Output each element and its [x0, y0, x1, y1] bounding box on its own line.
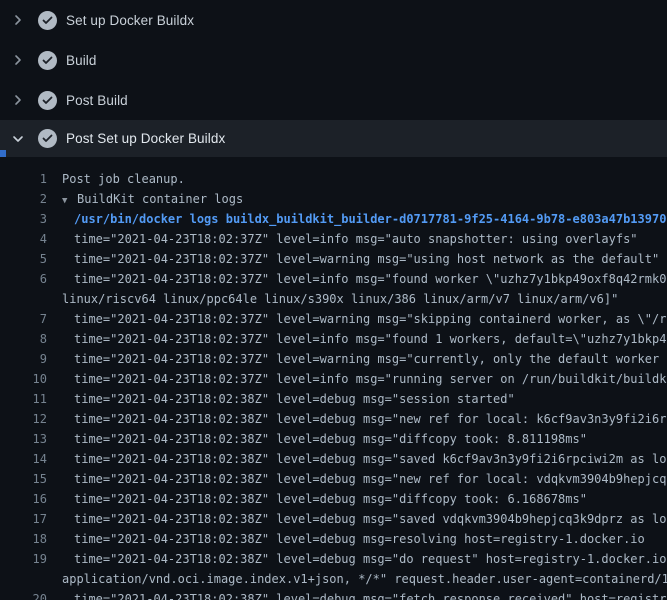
log-line-text: application/vnd.oci.image.index.v1+json,… [47, 569, 667, 589]
chevron-right-icon[interactable] [12, 94, 24, 106]
log-line: application/vnd.oci.image.index.v1+json,… [0, 569, 667, 589]
log-line-number[interactable]: 1 [0, 169, 47, 189]
log-line: 10time="2021-04-23T18:02:37Z" level=info… [0, 369, 667, 389]
log-line: 14time="2021-04-23T18:02:38Z" level=debu… [0, 449, 667, 469]
chevron-down-icon[interactable] [12, 133, 24, 145]
log-line: 13time="2021-04-23T18:02:38Z" level=debu… [0, 429, 667, 449]
log-line-number[interactable]: 8 [0, 329, 47, 349]
log-line: 7time="2021-04-23T18:02:37Z" level=warni… [0, 309, 667, 329]
success-check-icon [38, 129, 57, 148]
log-line-text: time="2021-04-23T18:02:37Z" level=warnin… [47, 309, 667, 329]
log-line-text: time="2021-04-23T18:02:37Z" level=warnin… [47, 249, 659, 269]
log-line-number[interactable]: 9 [0, 349, 47, 369]
log-line-text: time="2021-04-23T18:02:38Z" level=debug … [47, 589, 667, 600]
log-line-number[interactable]: 16 [0, 489, 47, 509]
log-line-text: Post job cleanup. [47, 169, 185, 189]
log-line-number[interactable]: 17 [0, 509, 47, 529]
log-line-text: time="2021-04-23T18:02:37Z" level=info m… [47, 229, 638, 249]
log-line: 19time="2021-04-23T18:02:38Z" level=debu… [0, 549, 667, 569]
log-line-number[interactable]: 13 [0, 429, 47, 449]
log-line-number[interactable]: 18 [0, 529, 47, 549]
log-group-expander-icon[interactable]: ▼ [62, 191, 77, 211]
step-label: Post Set up Docker Buildx [66, 131, 225, 146]
chevron-right-icon[interactable] [12, 54, 24, 66]
log-line-number[interactable]: 3 [0, 209, 47, 229]
step-row-post-build[interactable]: Post Build [0, 80, 667, 120]
log-line: 12time="2021-04-23T18:02:38Z" level=debu… [0, 409, 667, 429]
log-line: 6time="2021-04-23T18:02:37Z" level=info … [0, 269, 667, 289]
active-step-indicator [0, 150, 6, 157]
log-line-text: time="2021-04-23T18:02:38Z" level=debug … [47, 509, 667, 529]
step-row-build[interactable]: Build [0, 40, 667, 80]
log-line: 4time="2021-04-23T18:02:37Z" level=info … [0, 229, 667, 249]
log-line-number[interactable]: 19 [0, 549, 47, 569]
success-check-icon [38, 51, 57, 70]
log-line-text: time="2021-04-23T18:02:37Z" level=info m… [47, 269, 667, 289]
log-line-text: time="2021-04-23T18:02:38Z" level=debug … [47, 429, 587, 449]
success-check-icon [38, 91, 57, 110]
log-line-text: time="2021-04-23T18:02:38Z" level=debug … [47, 449, 667, 469]
log-line-number[interactable]: 15 [0, 469, 47, 489]
log-output: 1Post job cleanup.2▼BuildKit container l… [0, 157, 667, 600]
log-line-number[interactable]: 14 [0, 449, 47, 469]
log-line-text: time="2021-04-23T18:02:38Z" level=debug … [47, 529, 645, 549]
log-line-number [0, 289, 47, 309]
log-line: 2▼BuildKit container logs [0, 189, 667, 209]
log-line: 15time="2021-04-23T18:02:38Z" level=debu… [0, 469, 667, 489]
log-line-number[interactable]: 7 [0, 309, 47, 329]
log-line-text: time="2021-04-23T18:02:38Z" level=debug … [47, 469, 667, 489]
log-line: 18time="2021-04-23T18:02:38Z" level=debu… [0, 529, 667, 549]
log-line-text: time="2021-04-23T18:02:38Z" level=debug … [47, 389, 515, 409]
log-group-title[interactable]: BuildKit container logs [77, 192, 243, 206]
log-line: 20time="2021-04-23T18:02:38Z" level=debu… [0, 589, 667, 600]
step-label: Build [66, 53, 97, 68]
log-line: 3/usr/bin/docker logs buildx_buildkit_bu… [0, 209, 667, 229]
log-line: 8time="2021-04-23T18:02:37Z" level=info … [0, 329, 667, 349]
log-line-text: time="2021-04-23T18:02:38Z" level=debug … [47, 409, 667, 429]
log-line: 17time="2021-04-23T18:02:38Z" level=debu… [0, 509, 667, 529]
log-line-number[interactable]: 11 [0, 389, 47, 409]
success-check-icon [38, 11, 57, 30]
log-line-number[interactable]: 5 [0, 249, 47, 269]
log-line: 1Post job cleanup. [0, 169, 667, 189]
log-line-number[interactable]: 20 [0, 589, 47, 600]
log-line-text: time="2021-04-23T18:02:37Z" level=warnin… [47, 349, 667, 369]
step-row-set-up-docker-buildx[interactable]: Set up Docker Buildx [0, 0, 667, 40]
log-line-number[interactable]: 10 [0, 369, 47, 389]
log-line-text: time="2021-04-23T18:02:38Z" level=debug … [47, 489, 587, 509]
log-line-number[interactable]: 6 [0, 269, 47, 289]
log-line-number[interactable]: 2 [0, 189, 47, 209]
log-line: linux/riscv64 linux/ppc64le linux/s390x … [0, 289, 667, 309]
log-line: 9time="2021-04-23T18:02:37Z" level=warni… [0, 349, 667, 369]
log-line-text: ▼BuildKit container logs [47, 189, 243, 209]
step-row-post-set-up-docker-buildx[interactable]: Post Set up Docker Buildx [0, 120, 667, 157]
log-line: 11time="2021-04-23T18:02:38Z" level=debu… [0, 389, 667, 409]
log-line: 16time="2021-04-23T18:02:38Z" level=debu… [0, 489, 667, 509]
log-line-number[interactable]: 12 [0, 409, 47, 429]
log-line-number[interactable]: 4 [0, 229, 47, 249]
log-line: 5time="2021-04-23T18:02:37Z" level=warni… [0, 249, 667, 269]
log-line-text: linux/riscv64 linux/ppc64le linux/s390x … [47, 289, 618, 309]
log-line-text: time="2021-04-23T18:02:37Z" level=info m… [47, 369, 667, 389]
step-label: Set up Docker Buildx [66, 13, 194, 28]
log-line-text: time="2021-04-23T18:02:38Z" level=debug … [47, 549, 667, 569]
log-line-number [0, 569, 47, 589]
step-list: Set up Docker Buildx Build Post Build [0, 0, 667, 157]
step-label: Post Build [66, 93, 128, 108]
actions-log-viewer: Set up Docker Buildx Build Post Build [0, 0, 667, 600]
log-command-text: /usr/bin/docker logs buildx_buildkit_bui… [47, 209, 666, 229]
chevron-right-icon[interactable] [12, 14, 24, 26]
log-line-text: time="2021-04-23T18:02:37Z" level=info m… [47, 329, 667, 349]
